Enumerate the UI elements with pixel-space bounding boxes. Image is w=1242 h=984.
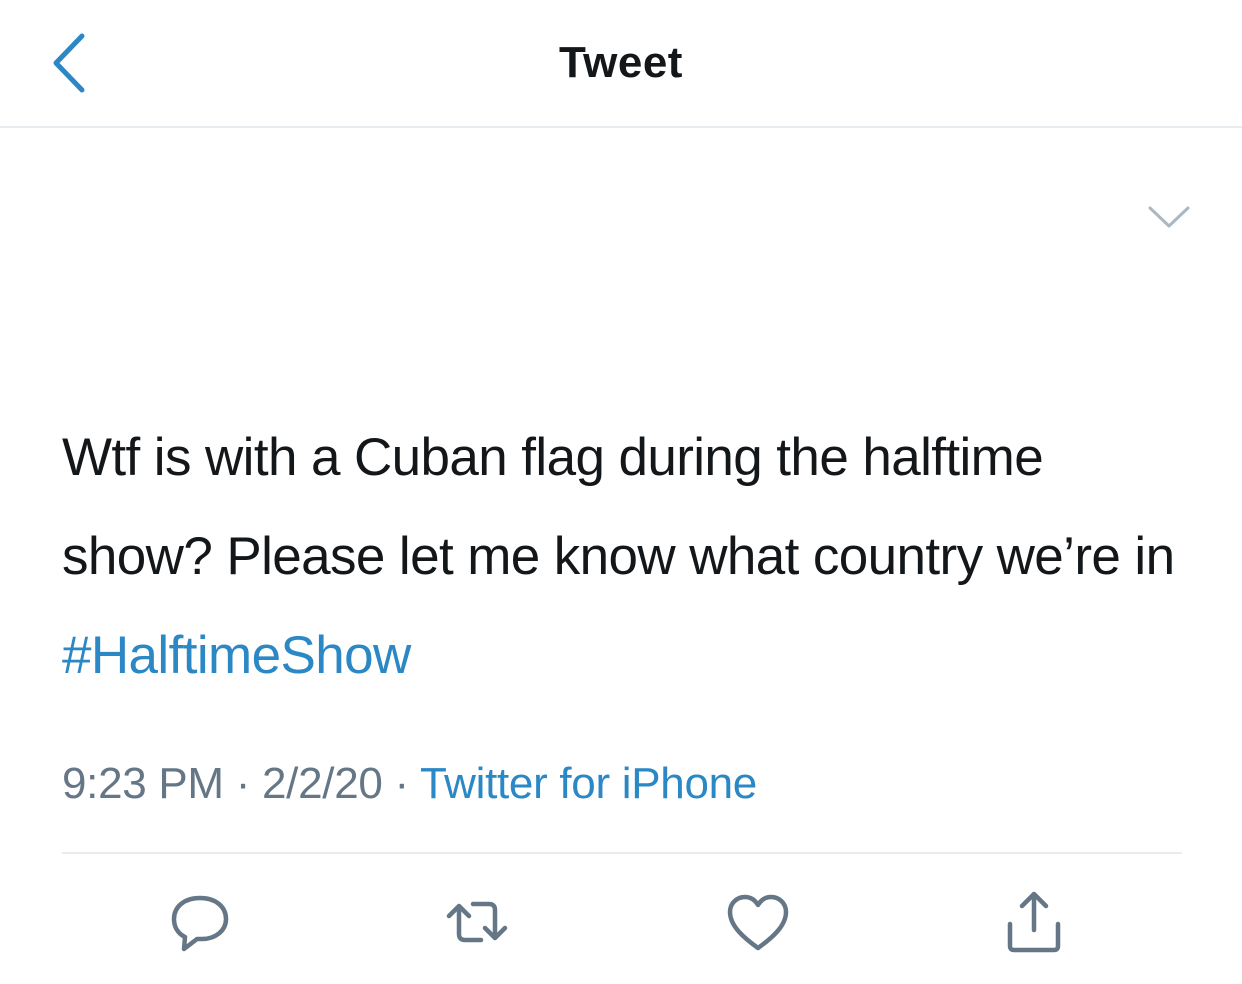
more-options-button[interactable] xyxy=(1146,202,1192,232)
retweet-button[interactable] xyxy=(441,886,513,958)
reply-icon xyxy=(171,895,229,952)
hashtag-link[interactable]: #HalftimeShow xyxy=(62,626,411,685)
meta-separator: · xyxy=(394,759,409,808)
tweet-body: Wtf is with a Cuban flag during the half… xyxy=(62,428,1175,586)
top-bar: Tweet xyxy=(0,0,1242,128)
share-icon xyxy=(1007,891,1061,953)
tweet-text: Wtf is with a Cuban flag during the half… xyxy=(62,408,1192,705)
tweet-date: 2/2/20 xyxy=(262,759,383,808)
reply-button[interactable] xyxy=(164,886,236,958)
tweet-time: 9:23 PM xyxy=(62,759,224,808)
meta-separator: · xyxy=(235,759,251,808)
divider xyxy=(62,852,1182,854)
tweet-source-link[interactable]: Twitter for iPhone xyxy=(420,759,757,808)
tweet-metadata: 9:23 PM · 2/2/20 · Twitter for iPhone xyxy=(62,756,757,812)
retweet-icon xyxy=(446,901,508,943)
like-button[interactable] xyxy=(722,886,794,958)
page-title: Tweet xyxy=(559,38,683,87)
heart-icon xyxy=(727,894,789,951)
chevron-down-icon xyxy=(1148,206,1190,228)
share-button[interactable] xyxy=(998,886,1070,958)
